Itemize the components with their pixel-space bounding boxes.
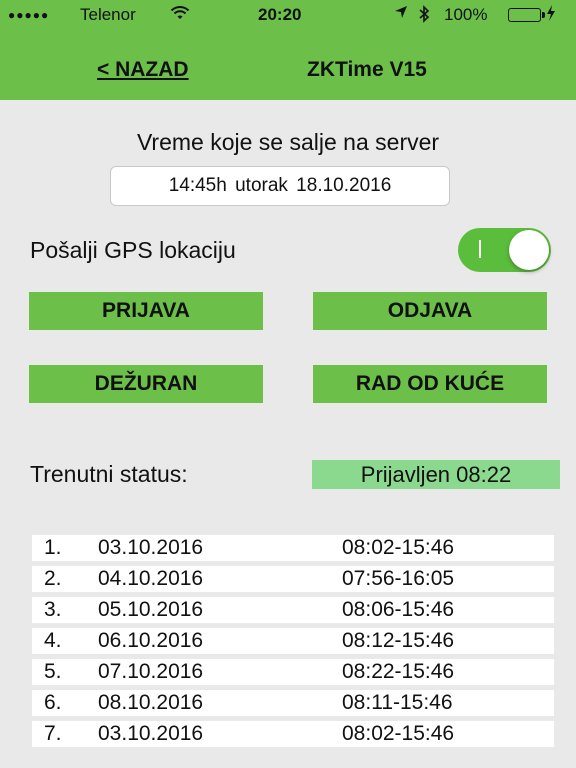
page-title: ZKTime V15 bbox=[307, 58, 427, 81]
row-date: 05.10.2016 bbox=[98, 598, 204, 621]
signal-strength-icon: ●●●●● bbox=[8, 8, 50, 22]
row-time-range: 08:22-15:46 bbox=[342, 660, 455, 683]
navigation-bar: < NAZAD ZKTime V15 bbox=[0, 30, 576, 100]
row-index: 2. bbox=[44, 567, 62, 590]
row-date: 03.10.2016 bbox=[98, 722, 204, 745]
row-time-range: 08:02-15:46 bbox=[342, 536, 455, 559]
row-index: 1. bbox=[44, 536, 62, 559]
row-time-range: 08:06-15:46 bbox=[342, 598, 455, 621]
toggle-knob bbox=[509, 230, 549, 270]
bluetooth-icon bbox=[418, 5, 430, 28]
gps-toggle[interactable] bbox=[458, 228, 551, 272]
row-index: 5. bbox=[44, 660, 62, 683]
table-row: 4. 06.10.2016 08:12-15:46 bbox=[32, 628, 554, 654]
row-index: 6. bbox=[44, 691, 62, 714]
clock: 20:20 bbox=[258, 5, 302, 24]
row-date: 08.10.2016 bbox=[98, 691, 204, 714]
status-badge: Prijavljen 08:22 bbox=[312, 460, 560, 489]
send-time-field: 14:45h utorak 18.10.2016 bbox=[110, 166, 450, 206]
wifi-icon bbox=[170, 5, 190, 27]
carrier-name: Telenor bbox=[80, 5, 136, 24]
row-date: 07.10.2016 bbox=[98, 660, 204, 683]
on-duty-button[interactable]: DEŽURAN bbox=[29, 365, 263, 403]
row-date: 06.10.2016 bbox=[98, 629, 204, 652]
charging-bolt-icon bbox=[546, 5, 556, 27]
battery-icon bbox=[508, 8, 545, 22]
table-row: 5. 07.10.2016 08:22-15:46 bbox=[32, 659, 554, 685]
row-index: 4. bbox=[44, 629, 62, 652]
table-row: 6. 08.10.2016 08:11-15:46 bbox=[32, 690, 554, 716]
table-row: 1. 03.10.2016 08:02-15:46 bbox=[32, 535, 554, 561]
toggle-on-indicator-icon bbox=[479, 240, 481, 258]
location-arrow-icon bbox=[394, 5, 408, 25]
row-time-range: 08:02-15:46 bbox=[342, 722, 455, 745]
check-out-button[interactable]: ODJAVA bbox=[313, 292, 547, 330]
status-bar: ●●●●● Telenor 20:20 100% bbox=[0, 0, 576, 30]
attendance-log: 1. 03.10.2016 08:02-15:46 2. 04.10.2016 … bbox=[32, 535, 554, 752]
table-row: 3. 05.10.2016 08:06-15:46 bbox=[32, 597, 554, 623]
current-status-label: Trenutni status: bbox=[30, 461, 188, 487]
row-time-range: 08:11-15:46 bbox=[342, 691, 453, 714]
back-button[interactable]: < NAZAD bbox=[97, 58, 189, 82]
row-time-range: 07:56-16:05 bbox=[342, 567, 455, 590]
table-row: 2. 04.10.2016 07:56-16:05 bbox=[32, 566, 554, 592]
battery-percent: 100% bbox=[444, 5, 488, 24]
check-in-button[interactable]: PRIJAVA bbox=[29, 292, 263, 330]
row-index: 7. bbox=[44, 722, 62, 745]
row-time-range: 08:12-15:46 bbox=[342, 629, 455, 652]
table-row: 7. 03.10.2016 08:02-15:46 bbox=[32, 721, 554, 747]
send-time-caption: Vreme koje se salje na server bbox=[136, 129, 440, 155]
gps-label: Pošalji GPS lokaciju bbox=[30, 237, 236, 263]
work-from-home-button[interactable]: RAD OD KUĆE bbox=[313, 365, 547, 403]
row-date: 04.10.2016 bbox=[98, 567, 204, 590]
row-index: 3. bbox=[44, 598, 62, 621]
row-date: 03.10.2016 bbox=[98, 536, 204, 559]
